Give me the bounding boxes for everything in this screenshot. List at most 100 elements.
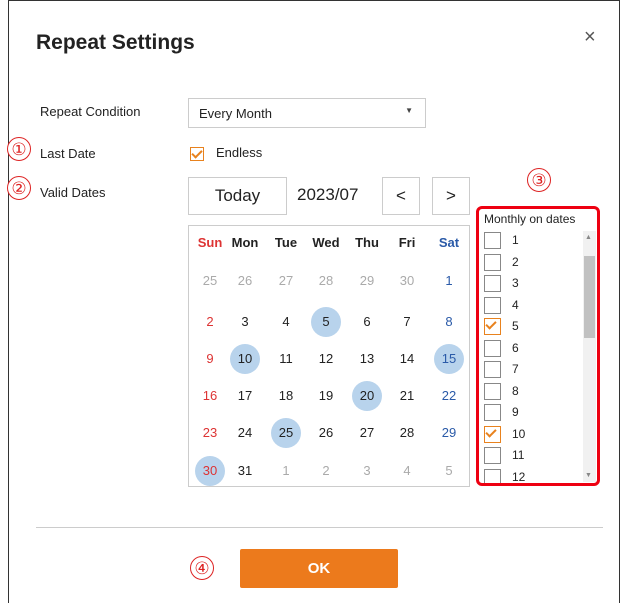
ok-button[interactable]: OK: [240, 549, 398, 588]
dropdown-arrow-icon: ▼: [405, 106, 413, 115]
annotation-marker-2: ②: [7, 176, 31, 200]
date-checkbox[interactable]: [484, 425, 501, 443]
last-date-label: Last Date: [40, 146, 96, 161]
calendar-day[interactable]: 22: [434, 381, 464, 411]
calendar-grid: Sun Mon Tue Wed Thu Fri Sat 25 26 27 28 29 30 1 2 3 4 5 6 7…: [188, 225, 470, 487]
calendar-day[interactable]: 4: [392, 456, 422, 486]
calendar-day[interactable]: 14: [392, 344, 422, 374]
calendar-day[interactable]: 25: [271, 418, 301, 448]
monthly-dates-list: Monthly on dates ▲ ▼ 1 2 3 4 5 6 7 8 9 10 11 12: [476, 206, 600, 486]
endless-label: Endless: [216, 145, 263, 160]
scroll-down-icon[interactable]: ▼: [585, 472, 592, 479]
date-label: 3: [512, 276, 519, 290]
date-label: 11: [512, 448, 525, 462]
date-checkbox[interactable]: [484, 382, 501, 400]
calendar-day[interactable]: 1: [271, 456, 301, 486]
weekday-header: Sun: [197, 235, 223, 250]
date-checkbox[interactable]: [484, 361, 501, 378]
calendar-day[interactable]: 3: [230, 307, 260, 337]
date-checkbox[interactable]: [484, 318, 501, 335]
calendar-day[interactable]: 19: [311, 381, 341, 411]
calendar-day[interactable]: 16: [195, 381, 225, 411]
annotation-marker-4: ④: [190, 556, 214, 580]
calendar-day[interactable]: 31: [230, 456, 260, 486]
calendar-day[interactable]: 5: [434, 456, 464, 486]
calendar-day[interactable]: 26: [311, 418, 341, 448]
next-month-button[interactable]: >: [432, 177, 470, 215]
date-label: 4: [512, 297, 519, 312]
calendar-day[interactable]: 7: [392, 307, 422, 337]
repeat-condition-select[interactable]: Every Month ▼: [188, 98, 426, 128]
scrollbar-thumb[interactable]: [584, 256, 595, 338]
weekday-header: Fri: [398, 235, 416, 250]
monthly-dates-heading: Monthly on dates: [484, 212, 576, 226]
calendar-day[interactable]: 9: [195, 344, 225, 374]
calendar-day[interactable]: 29: [352, 266, 382, 296]
calendar-day[interactable]: 27: [271, 266, 301, 296]
calendar-day[interactable]: 15: [434, 344, 464, 374]
scroll-up-icon[interactable]: ▲: [585, 234, 592, 241]
calendar-day[interactable]: 11: [271, 344, 301, 374]
calendar-day[interactable]: 18: [271, 381, 301, 411]
calendar-day[interactable]: 2: [195, 307, 225, 337]
calendar-day[interactable]: 29: [434, 418, 464, 448]
date-checkbox[interactable]: [484, 275, 501, 292]
current-month: 2023/07: [297, 185, 359, 204]
annotation-marker-1: ①: [7, 137, 31, 161]
date-label: 10: [512, 426, 526, 441]
calendar-day[interactable]: 27: [352, 418, 382, 448]
weekday-header: Mon: [231, 235, 259, 250]
date-checkbox[interactable]: [484, 339, 501, 357]
calendar-day[interactable]: 30: [392, 266, 422, 296]
calendar-day[interactable]: 23: [195, 418, 225, 448]
date-label: 1: [512, 233, 519, 247]
weekday-header: Thu: [355, 235, 379, 250]
date-label: 12: [512, 469, 526, 484]
date-label: 2: [512, 254, 519, 269]
date-label: 7: [512, 362, 519, 376]
date-checkbox[interactable]: [484, 468, 501, 483]
calendar-day[interactable]: 28: [392, 418, 422, 448]
calendar-day[interactable]: 3: [352, 456, 382, 486]
calendar-day[interactable]: 12: [311, 344, 341, 374]
calendar-day[interactable]: 6: [352, 307, 382, 337]
date-checkbox[interactable]: [484, 232, 501, 249]
calendar-day[interactable]: 17: [230, 381, 260, 411]
date-label: 6: [512, 340, 519, 355]
calendar-day[interactable]: 13: [352, 344, 382, 374]
prev-month-button[interactable]: <: [382, 177, 420, 215]
calendar-day[interactable]: 1: [434, 266, 464, 296]
dialog-title: Repeat Settings: [36, 31, 195, 54]
calendar-day[interactable]: 25: [195, 266, 225, 296]
calendar-day[interactable]: 4: [271, 307, 301, 337]
date-label: 5: [512, 319, 519, 333]
repeat-condition-value: Every Month: [199, 106, 272, 121]
calendar-day[interactable]: 24: [230, 418, 260, 448]
calendar-day[interactable]: 8: [434, 307, 464, 337]
date-checkbox[interactable]: [484, 296, 501, 314]
calendar-day[interactable]: 20: [352, 381, 382, 411]
footer-divider: [36, 527, 603, 528]
scrollbar[interactable]: ▲ ▼: [583, 231, 596, 482]
date-label: 9: [512, 405, 519, 419]
weekday-header: Tue: [274, 235, 298, 250]
date-checkbox[interactable]: [484, 404, 501, 421]
calendar-day[interactable]: 10: [230, 344, 260, 374]
date-checkbox[interactable]: [484, 447, 501, 464]
calendar-day[interactable]: 5: [311, 307, 341, 337]
today-button[interactable]: Today: [188, 177, 287, 215]
calendar-day[interactable]: 30: [195, 456, 225, 486]
calendar-day[interactable]: 21: [392, 381, 422, 411]
weekday-header: Wed: [312, 235, 340, 250]
calendar-day[interactable]: 28: [311, 266, 341, 296]
repeat-condition-label: Repeat Condition: [40, 104, 141, 119]
calendar-day[interactable]: 2: [311, 456, 341, 486]
close-icon[interactable]: ×: [584, 26, 596, 49]
endless-checkbox[interactable]: [190, 147, 204, 161]
annotation-marker-3: ③: [527, 168, 551, 192]
date-checkbox[interactable]: [484, 253, 501, 271]
calendar-day[interactable]: 26: [230, 266, 260, 296]
weekday-header: Sat: [438, 235, 460, 250]
date-label: 8: [512, 383, 519, 398]
valid-dates-label: Valid Dates: [40, 185, 106, 200]
